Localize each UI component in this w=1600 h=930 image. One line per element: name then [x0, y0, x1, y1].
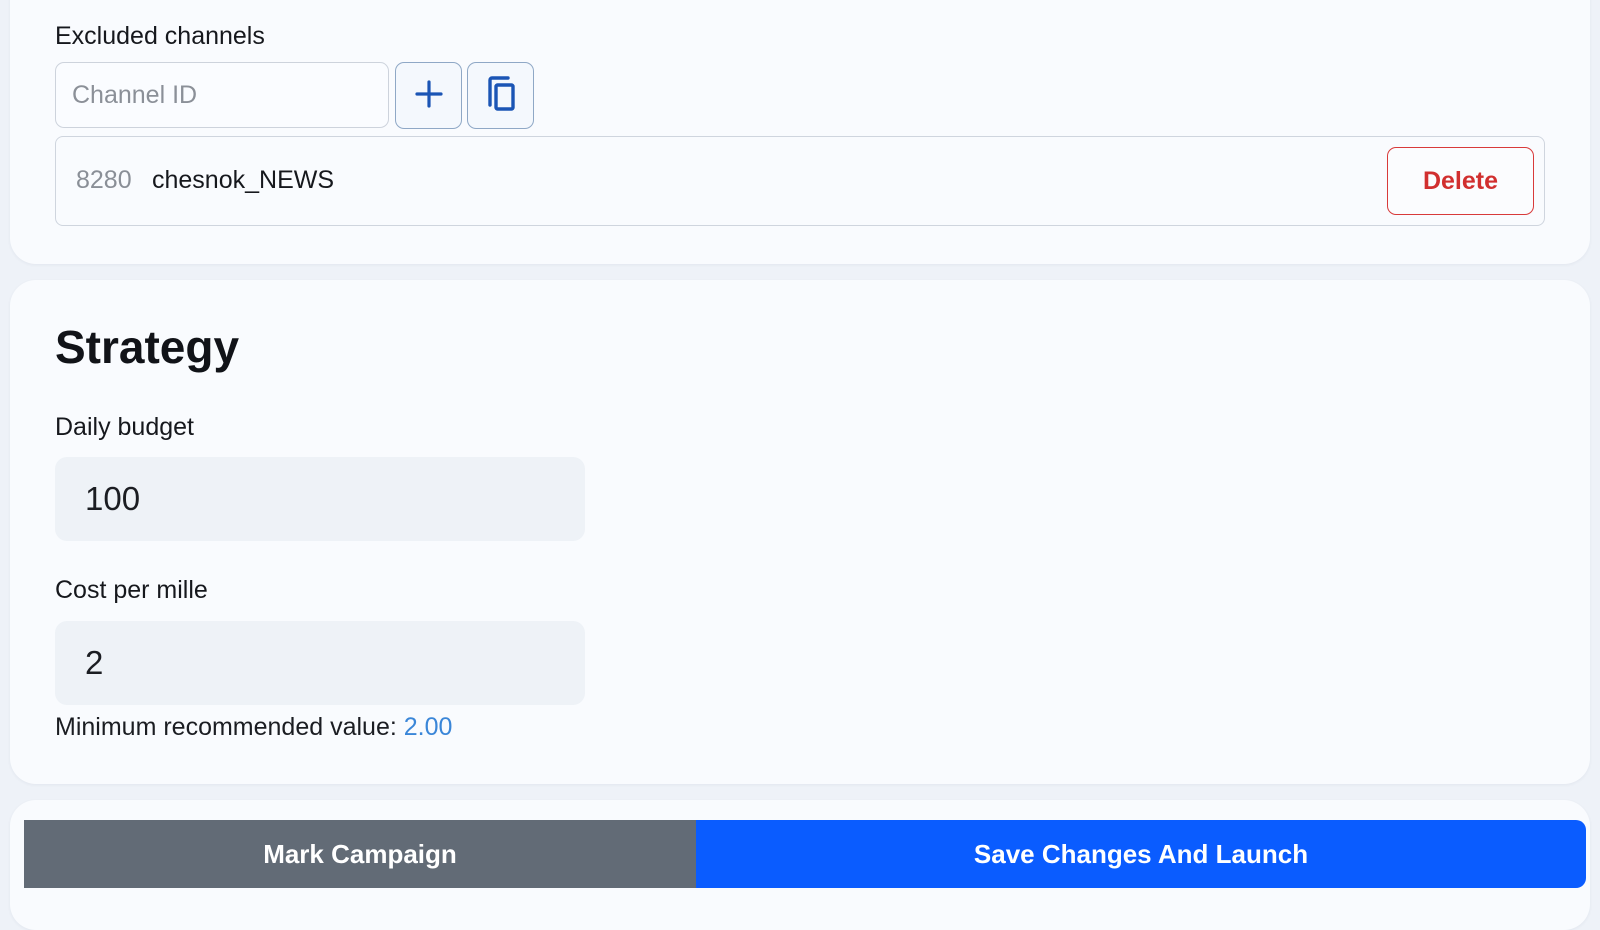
mark-campaign-button[interactable]: Mark Campaign — [24, 820, 696, 888]
excluded-channels-card: Excluded channels 8280 chesnok_NEWS Dele… — [10, 0, 1590, 264]
channel-id-input[interactable] — [55, 62, 389, 128]
hint-text: Minimum recommended value: — [55, 713, 397, 741]
delete-channel-button[interactable]: Delete — [1387, 147, 1534, 215]
excluded-channels-label: Excluded channels — [55, 22, 265, 50]
strategy-title: Strategy — [55, 321, 240, 373]
save-and-launch-button[interactable]: Save Changes And Launch — [696, 820, 1586, 888]
daily-budget-input[interactable] — [55, 457, 585, 541]
daily-budget-label: Daily budget — [55, 413, 194, 441]
cost-per-mille-label: Cost per mille — [55, 576, 208, 604]
strategy-card: Strategy Daily budget Cost per mille Min… — [10, 280, 1590, 784]
channel-id: 8280 — [76, 166, 132, 194]
plus-icon — [414, 79, 444, 112]
hint-value[interactable]: 2.00 — [404, 713, 453, 741]
cost-per-mille-input[interactable] — [55, 621, 585, 705]
channel-name: chesnok_NEWS — [152, 166, 335, 194]
add-channel-button[interactable] — [395, 62, 462, 129]
excluded-channel-row: 8280 chesnok_NEWS Delete — [55, 136, 1545, 226]
copy-channels-button[interactable] — [467, 62, 534, 129]
minimum-recommended-hint: Minimum recommended value: 2.00 — [55, 713, 452, 742]
actions-card: Mark Campaign Save Changes And Launch — [10, 800, 1590, 930]
copy-icon — [482, 74, 520, 117]
